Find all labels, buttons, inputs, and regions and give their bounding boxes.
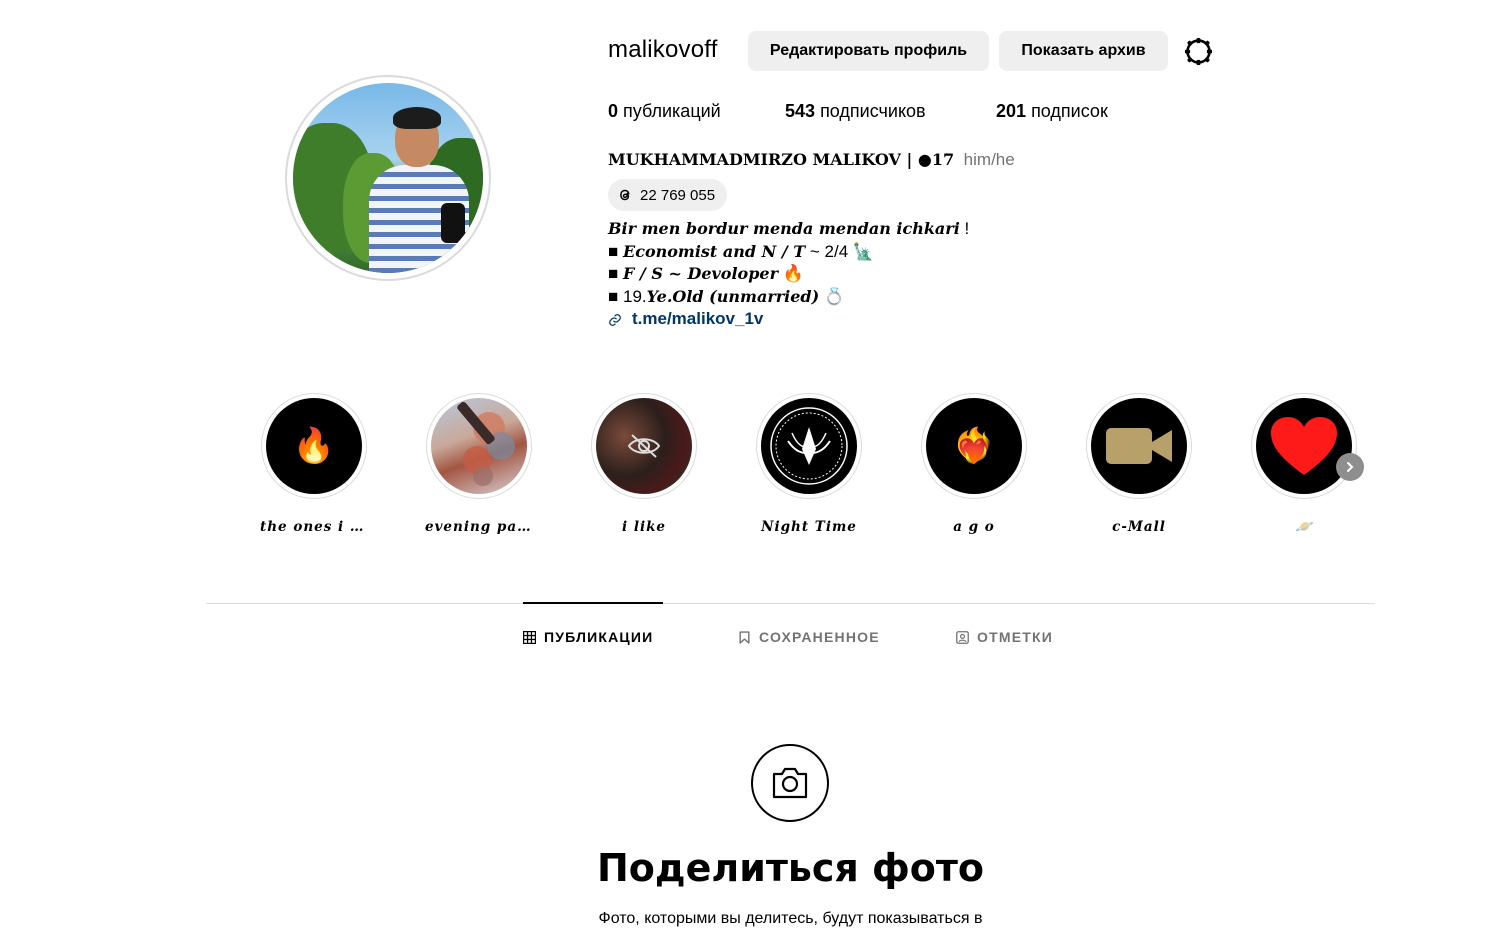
tab-tagged-label: ОТМЕТКИ xyxy=(977,629,1054,645)
edit-profile-button[interactable]: Редактировать профиль xyxy=(748,31,989,71)
highlight-label: evening pa... xyxy=(425,519,533,535)
following-count: 201 xyxy=(996,101,1027,121)
active-tab-indicator xyxy=(523,602,663,604)
highlight-cover: ❤️‍🔥 xyxy=(926,398,1022,494)
tab-saved[interactable]: СОХРАНЕННОЕ xyxy=(738,625,880,649)
pronouns: him/he xyxy=(963,150,1015,169)
tab-tagged[interactable]: ОТМЕТКИ xyxy=(956,625,1053,649)
full-name-row: MUKHAMMADMIRZO MALIKOV | ●17 him/he xyxy=(608,150,1015,170)
highlight-label: Night Time xyxy=(761,519,857,535)
bio-line-3: ■ F / S ~ Devoloper 🔥 xyxy=(608,264,804,284)
video-camera-icon xyxy=(1106,428,1172,464)
followers-label: подписчиков xyxy=(820,101,926,121)
highlight-cover xyxy=(1256,398,1352,494)
highlight-label: 🪐 xyxy=(1295,519,1313,535)
posts-stat: 0 публикаций xyxy=(608,101,721,122)
tab-posts-label: ПУБЛИКАЦИИ xyxy=(544,629,654,645)
bio-line-4: ■ 19.Ye.Old (unmarried) 💍 xyxy=(608,286,846,306)
highlight-cover xyxy=(431,398,527,494)
highlight-item[interactable]: 🔥 the ones i l... xyxy=(260,393,368,535)
highlight-cover xyxy=(596,398,692,494)
highlight-item[interactable]: c-Mall xyxy=(1085,393,1193,535)
tagged-user-icon xyxy=(956,630,969,644)
highlights-next-button[interactable] xyxy=(1336,453,1364,481)
bio-link[interactable]: t.me/malikov_1v xyxy=(608,308,969,331)
empty-state-title: Поделиться фото xyxy=(597,846,984,890)
profile-avatar-button[interactable] xyxy=(285,75,491,281)
bio-link-text: t.me/malikov_1v xyxy=(632,309,764,329)
highlight-cover: 🔥 xyxy=(266,398,362,494)
followers-link[interactable]: 543 подписчиков xyxy=(785,101,926,122)
link-icon xyxy=(609,313,621,326)
threads-count: 22 769 055 xyxy=(640,186,716,204)
camera-icon xyxy=(772,767,808,799)
red-heart-icon xyxy=(1271,417,1337,475)
highlight-item[interactable]: Night Time xyxy=(755,393,863,535)
fireworks-photo-icon xyxy=(457,401,515,486)
tabs-divider xyxy=(206,603,1375,604)
full-name: MUKHAMMADMIRZO MALIKOV | ●17 xyxy=(608,150,955,169)
highlight-label: c-Mall xyxy=(1112,519,1166,535)
settings-gear-icon[interactable] xyxy=(1183,36,1214,67)
bio: Bir men bordur menda mendan ichkari ! ■ … xyxy=(608,218,969,331)
show-archive-button[interactable]: Показать архив xyxy=(999,31,1168,71)
bio-line-1: Bir men bordur menda mendan ichkari ! xyxy=(608,219,970,238)
following-link[interactable]: 201 подписок xyxy=(996,101,1108,122)
following-label: подписок xyxy=(1031,101,1108,121)
highlight-item[interactable]: ❤️‍🔥 a g o xyxy=(920,393,1028,535)
highlight-cover xyxy=(1091,398,1187,494)
highlight-label: the ones i l... xyxy=(260,519,368,535)
highlight-cover xyxy=(761,398,857,494)
highlight-label: a g o xyxy=(953,519,995,535)
threads-icon xyxy=(620,189,630,201)
highlight-label: i like xyxy=(621,519,667,535)
eye-slash-icon xyxy=(627,434,661,458)
emblem-icon xyxy=(770,407,848,485)
empty-state-text: Фото, которыми вы делитесь, будут показы… xyxy=(598,910,983,927)
chevron-right-icon xyxy=(1347,462,1354,472)
threads-badge[interactable]: 22 769 055 xyxy=(608,179,728,211)
bookmark-icon xyxy=(739,630,750,644)
followers-count: 543 xyxy=(785,101,816,121)
avatar xyxy=(293,83,483,273)
heart-on-fire-icon: ❤️‍🔥 xyxy=(952,427,996,465)
grid-icon xyxy=(523,630,536,644)
username: malikovoff xyxy=(608,36,718,63)
bio-line-2: ■ Economist and N / T ~ 2/4 🗽 xyxy=(608,241,875,261)
highlight-item[interactable]: evening pa... xyxy=(425,393,533,535)
posts-count: 0 xyxy=(608,101,619,121)
tab-saved-label: СОХРАНЕННОЕ xyxy=(759,629,880,645)
fire-icon: 🔥 xyxy=(292,427,336,465)
posts-label: публикаций xyxy=(623,101,721,121)
highlight-item[interactable]: i like xyxy=(590,393,698,535)
share-photo-button[interactable] xyxy=(751,744,829,822)
tab-posts[interactable]: ПУБЛИКАЦИИ xyxy=(523,625,653,649)
